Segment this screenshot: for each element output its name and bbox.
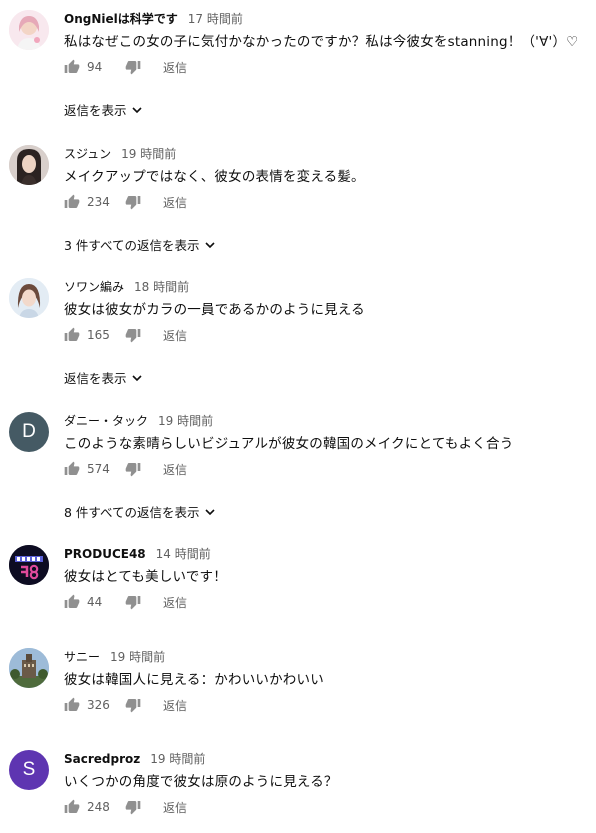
comment-time[interactable]: 14 時間前 [156, 545, 211, 562]
comment-actions: 326 返信 [64, 695, 187, 715]
comment-text: いくつかの角度で彼女は原のように見える？ [64, 774, 338, 790]
comment-text: メイクアップではなく、彼女の表情を変える髪。 [64, 169, 365, 185]
comment-time[interactable]: 18 時間前 [134, 278, 189, 295]
comment-time[interactable]: 19 時間前 [110, 648, 165, 665]
thumbs-down-icon[interactable] [125, 59, 141, 75]
view-replies-button[interactable]: 返信を表示 [64, 368, 143, 387]
comment-time[interactable]: 19 時間前 [121, 145, 176, 162]
comment-author[interactable]: PRODUCE48 [64, 547, 146, 561]
comment-actions: 234 返信 [64, 192, 187, 212]
comment-actions: 44 返信 [64, 592, 187, 612]
comment-actions: 165 返信 [64, 325, 187, 345]
view-replies-label: 3 件すべての返信を表示 [64, 238, 200, 253]
comment-text: 私はなぜこの女の子に気付かなかったのですか？私は今彼女をstanning！（'∀… [64, 34, 579, 50]
avatar[interactable] [9, 278, 49, 318]
comment-header: Sacredproz 19 時間前 [64, 750, 205, 768]
thumbs-down-icon[interactable] [125, 194, 141, 210]
comment-header: OngNielは科学です 17 時間前 [64, 10, 243, 28]
comment-time[interactable]: 19 時間前 [150, 750, 205, 767]
chevron-down-icon [204, 506, 216, 518]
view-replies-button[interactable]: 8 件すべての返信を表示 [64, 502, 216, 521]
thumbs-down-icon[interactable] [125, 697, 141, 713]
thumbs-up-icon[interactable] [64, 799, 80, 815]
reply-button[interactable]: 返信 [163, 594, 187, 611]
comment-author[interactable]: Sacredproz [64, 752, 140, 766]
thumbs-up-icon[interactable] [64, 194, 80, 210]
avatar-letter: D [22, 421, 36, 442]
view-replies-label: 返信を表示 [64, 371, 127, 386]
like-count: 165 [87, 328, 110, 342]
comment-header: PRODUCE48 14 時間前 [64, 545, 211, 563]
like-count: 234 [87, 195, 110, 209]
thumbs-down-icon[interactable] [125, 799, 141, 815]
view-replies-button[interactable]: 3 件すべての返信を表示 [64, 235, 216, 254]
comment-author[interactable]: OngNielは科学です [64, 10, 178, 27]
like-count: 44 [87, 595, 103, 609]
avatar[interactable]: D [9, 412, 49, 452]
chevron-down-icon [204, 239, 216, 251]
thumbs-down-icon[interactable] [125, 327, 141, 343]
reply-button[interactable]: 返信 [163, 327, 187, 344]
comment-author[interactable]: ダニー・タック [64, 412, 148, 429]
reply-button[interactable]: 返信 [163, 194, 187, 211]
thumbs-up-icon[interactable] [64, 461, 80, 477]
comment-actions: 574 返信 [64, 459, 187, 479]
thumbs-up-icon[interactable] [64, 697, 80, 713]
reply-button[interactable]: 返信 [163, 59, 187, 76]
comment-actions: 248 返信 [64, 797, 187, 817]
avatar[interactable]: S [9, 750, 49, 790]
reply-button[interactable]: 返信 [163, 461, 187, 478]
thumbs-down-icon[interactable] [125, 594, 141, 610]
comment-header: スジュン 19 時間前 [64, 145, 176, 163]
avatar[interactable] [9, 648, 49, 688]
comment-text: 彼女は韓国人に見える：かわいいかわいい [64, 672, 324, 688]
comment-author[interactable]: ソワン編み [64, 278, 124, 295]
thumbs-up-icon[interactable] [64, 59, 80, 75]
comment-header: サニー 19 時間前 [64, 648, 165, 666]
reply-button[interactable]: 返信 [163, 697, 187, 714]
like-count: 326 [87, 698, 110, 712]
thumbs-up-icon[interactable] [64, 594, 80, 610]
comment-author[interactable]: スジュン [64, 145, 111, 162]
comment-time[interactable]: 19 時間前 [158, 412, 213, 429]
like-count: 574 [87, 462, 110, 476]
chevron-down-icon [131, 372, 143, 384]
like-count: 94 [87, 60, 103, 74]
comment-time[interactable]: 17 時間前 [188, 10, 243, 27]
comment-author[interactable]: サニー [64, 648, 100, 665]
comment-header: ソワン編み 18 時間前 [64, 278, 189, 296]
avatar-letter: S [22, 759, 36, 780]
view-replies-button[interactable]: 返信を表示 [64, 100, 143, 119]
avatar[interactable] [9, 145, 49, 185]
thumbs-down-icon[interactable] [125, 461, 141, 477]
avatar[interactable] [9, 10, 49, 50]
comment-actions: 94 返信 [64, 57, 187, 77]
comment-text: 彼女は彼女がカラの一員であるかのように見える [64, 302, 365, 318]
comment-text: 彼女はとても美しいです！ [64, 569, 227, 585]
reply-button[interactable]: 返信 [163, 799, 187, 816]
avatar[interactable] [9, 545, 49, 585]
chevron-down-icon [131, 104, 143, 116]
like-count: 248 [87, 800, 110, 814]
view-replies-label: 返信を表示 [64, 103, 127, 118]
comment-header: ダニー・タック 19 時間前 [64, 412, 213, 430]
view-replies-label: 8 件すべての返信を表示 [64, 505, 200, 520]
thumbs-up-icon[interactable] [64, 327, 80, 343]
comment-text: このような素晴らしいビジュアルが彼女の韓国のメイクにとてもよく合う [64, 436, 514, 452]
